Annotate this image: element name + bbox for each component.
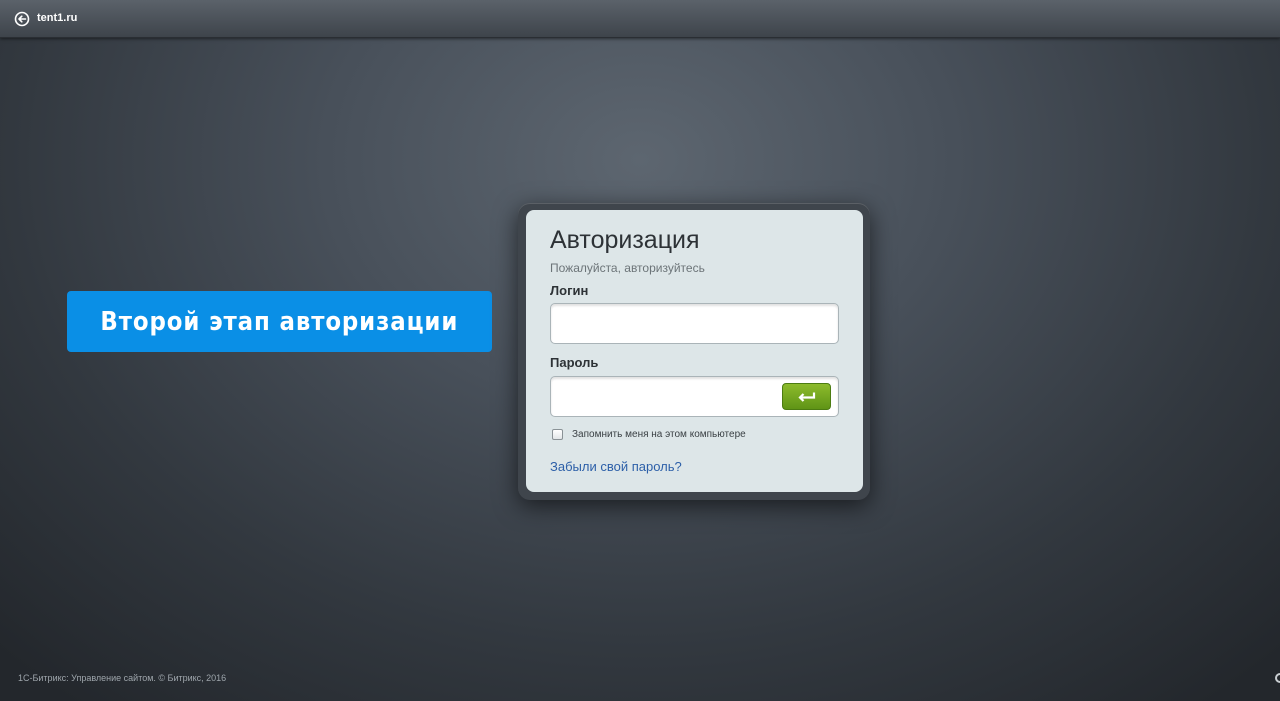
password-label: Пароль bbox=[550, 355, 599, 370]
remember-me-checkbox[interactable] bbox=[552, 429, 563, 440]
callout-text: Второй этап авторизации bbox=[100, 306, 459, 337]
login-input[interactable] bbox=[550, 303, 839, 344]
login-label: Логин bbox=[550, 283, 589, 298]
forgot-password-link[interactable]: Забыли свой пароль? bbox=[550, 459, 682, 474]
top-bar: tent1.ru bbox=[0, 0, 1280, 38]
auth-title: Авторизация bbox=[550, 226, 700, 254]
auth-subtitle: Пожалуйста, авторизуйтесь bbox=[550, 261, 705, 275]
submit-button[interactable] bbox=[782, 383, 831, 410]
auth-form: Авторизация Пожалуйста, авторизуйтесь Ло… bbox=[526, 210, 863, 492]
remember-me-row[interactable]: Запомнить меня на этом компьютере bbox=[552, 429, 746, 440]
back-arrow-circle-icon[interactable] bbox=[14, 11, 30, 27]
step-callout-banner: Второй этап авторизации bbox=[67, 291, 492, 352]
site-name[interactable]: tent1.ru bbox=[37, 12, 77, 24]
footer-copyright: 1С-Битрикс: Управление сайтом. © Битрикс… bbox=[18, 673, 227, 683]
enter-arrow-icon bbox=[797, 392, 815, 402]
remember-me-label[interactable]: Запомнить меня на этом компьютере bbox=[572, 429, 746, 440]
partial-icon[interactable] bbox=[1270, 671, 1280, 685]
